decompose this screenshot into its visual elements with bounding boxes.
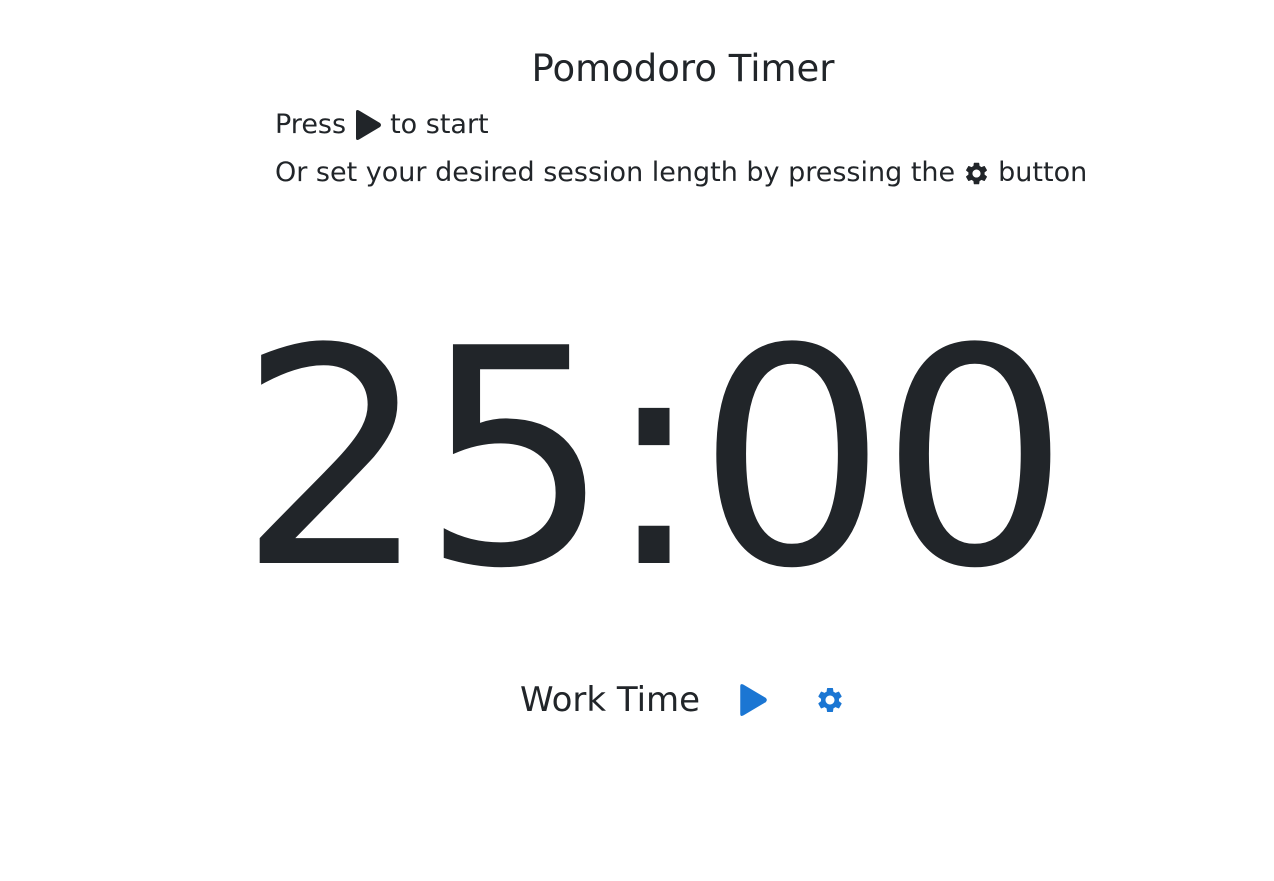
timer-controls: Work Time xyxy=(0,672,1274,728)
instruction-line-settings: Or set your desired session length by pr… xyxy=(275,149,1175,197)
session-label: Work Time xyxy=(519,680,701,720)
gear-icon xyxy=(963,160,990,187)
instructions: Press to start Or set your desired sessi… xyxy=(275,101,1175,197)
play-icon xyxy=(738,683,768,717)
instruction-line-start: Press to start xyxy=(275,101,1175,149)
settings-button[interactable] xyxy=(814,680,846,720)
instruction-start-text: to start xyxy=(390,109,489,140)
instruction-settings-text: Or set your desired session length by pr… xyxy=(275,157,956,188)
page-title: Pomodoro Timer xyxy=(531,47,835,90)
instruction-press-text: Press xyxy=(275,109,347,140)
gear-icon xyxy=(815,685,845,715)
play-icon xyxy=(354,109,382,141)
instruction-button-text: button xyxy=(998,157,1088,188)
play-button[interactable] xyxy=(736,680,770,720)
timer-display: 25:00 xyxy=(237,285,1071,634)
